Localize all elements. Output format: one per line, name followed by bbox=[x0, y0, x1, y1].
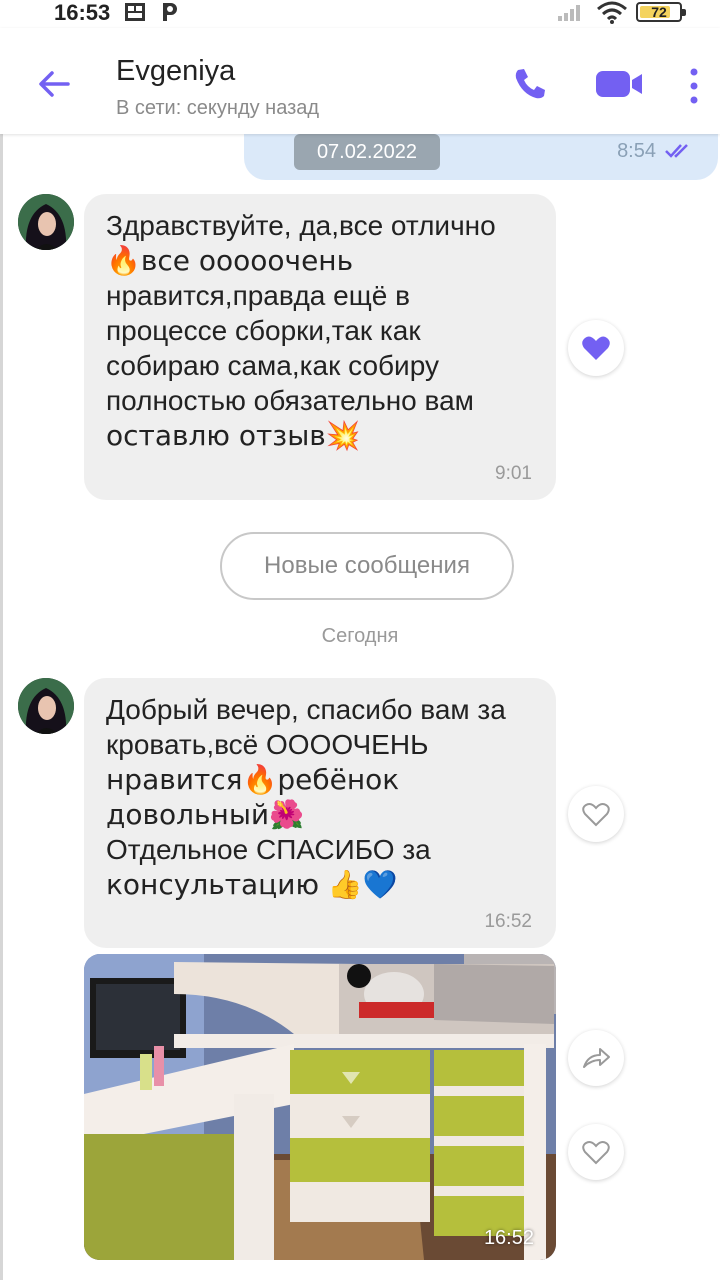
date-divider: Сегодня bbox=[321, 625, 399, 647]
message-line: Здравствуйте, да,все отлично bbox=[106, 210, 496, 241]
chat-header: Evgeniya В сети: секунду назад bbox=[0, 28, 720, 134]
status-time: 16:53 bbox=[54, 0, 111, 25]
contact-name[interactable]: Evgeniya bbox=[116, 54, 235, 88]
status-bar: 16:53 72 bbox=[0, 0, 720, 28]
back-arrow-icon[interactable] bbox=[34, 64, 74, 104]
wifi-icon bbox=[597, 1, 627, 24]
message-line: кровать,всё ООООЧЕНЬ bbox=[106, 729, 429, 760]
date-chip: 07.02.2022 bbox=[294, 134, 440, 170]
like-button[interactable] bbox=[568, 786, 624, 842]
photo-message[interactable]: 16:52 bbox=[84, 954, 556, 1260]
avatar[interactable] bbox=[18, 194, 74, 250]
message-text: Здравствуйте, да,все отлично 🔥все оооооч… bbox=[106, 208, 496, 453]
avatar-photo bbox=[18, 678, 74, 734]
heart-outline-icon bbox=[582, 1141, 610, 1165]
avatar[interactable] bbox=[18, 678, 74, 734]
new-messages-button[interactable]: Новые сообщения bbox=[220, 532, 514, 600]
screen-left-edge bbox=[0, 134, 3, 1280]
message-line: консультацию 👍💙 bbox=[106, 868, 398, 901]
bunk-bed-photo bbox=[84, 954, 556, 1260]
message-line: Отдельное СПАСИБО за bbox=[106, 834, 431, 865]
incoming-message-bubble[interactable]: Добрый вечер, спасибо вам за кровать,всё… bbox=[84, 678, 556, 948]
heart-outline-icon bbox=[582, 803, 610, 827]
battery-icon: 72 bbox=[636, 2, 686, 22]
incoming-message-bubble[interactable]: Здравствуйте, да,все отлично 🔥все оооооч… bbox=[84, 194, 556, 500]
message-line: полностью обязательно вам bbox=[106, 385, 474, 416]
message-line: оставлю отзыв💥 bbox=[106, 419, 361, 452]
message-line: Добрый вечер, спасибо вам за bbox=[106, 694, 506, 725]
forward-button[interactable] bbox=[568, 1030, 624, 1086]
message-line: 🔥все ооооочень bbox=[106, 244, 354, 277]
message-line: довольный🌺 bbox=[106, 798, 304, 831]
avatar-photo bbox=[18, 194, 74, 250]
video-camera-icon[interactable] bbox=[594, 64, 646, 104]
contact-status: В сети: секунду назад bbox=[116, 97, 320, 119]
heart-filled-icon bbox=[582, 336, 610, 360]
message-time: 8:54 bbox=[617, 140, 656, 162]
message-time: 16:52 bbox=[483, 1227, 534, 1249]
read-checkmarks-icon bbox=[665, 144, 688, 158]
message-line: собираю сама,как собиру bbox=[106, 350, 439, 381]
forward-arrow-icon bbox=[583, 1048, 610, 1068]
message-time: 16:52 bbox=[484, 911, 532, 932]
phone-icon[interactable] bbox=[510, 64, 550, 104]
p-app-notification-icon bbox=[163, 3, 177, 21]
message-text: Добрый вечер, спасибо вам за кровать,всё… bbox=[106, 692, 506, 902]
message-line: нравится,правда ещё в bbox=[106, 280, 410, 311]
battery-level: 72 bbox=[651, 4, 667, 20]
more-vertical-icon[interactable] bbox=[680, 64, 708, 108]
like-button[interactable] bbox=[568, 1124, 624, 1180]
message-line: процессе сборки,так как bbox=[106, 315, 421, 346]
like-button[interactable] bbox=[568, 320, 624, 376]
gallery-notification-icon bbox=[125, 3, 145, 21]
signal-icon bbox=[558, 5, 580, 21]
message-line: нравится🔥ребёнок bbox=[106, 763, 400, 796]
message-time: 9:01 bbox=[495, 463, 532, 484]
